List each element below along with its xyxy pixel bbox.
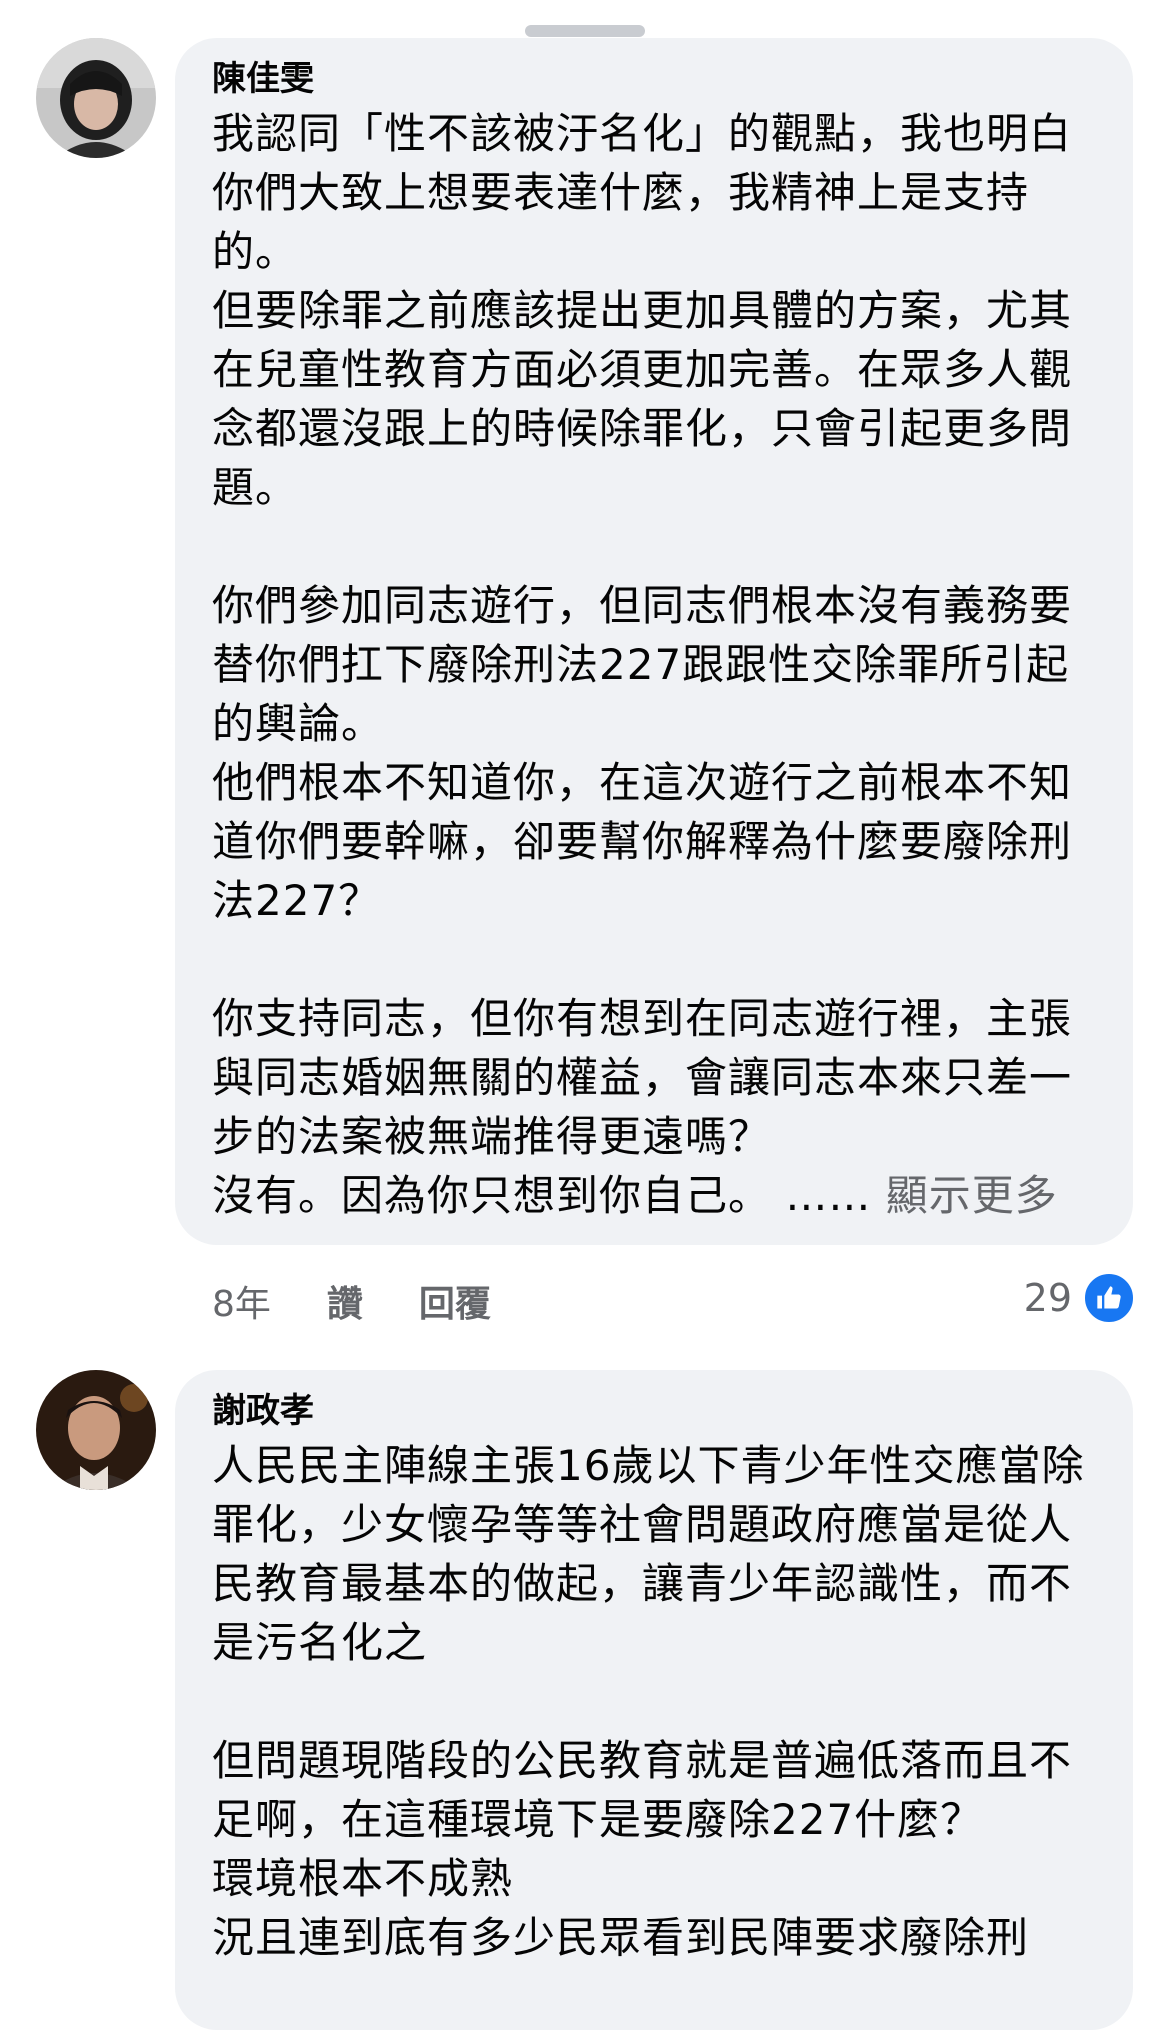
see-more-link[interactable]: 顯示更多 (886, 1171, 1058, 1220)
ellipsis: …… (785, 1171, 872, 1220)
comment-author[interactable]: 謝政孝 (212, 1388, 1103, 1434)
comment-actions: 8年 讚 回覆 (212, 1276, 547, 1326)
avatar[interactable] (36, 38, 156, 158)
comment-body: 我認同「性不該被汙名化」的觀點，我也明白你們大致上想要表達什麼，我精神上是支持的… (212, 109, 1073, 1220)
reply-button[interactable]: 回覆 (419, 1275, 491, 1327)
thumbs-up-icon (1082, 1271, 1136, 1325)
comment-body: 人民民主陣線主張16歲以下青少年性交應當除罪化，少女懷孕等等社會問題政府應當是從… (212, 1441, 1085, 1962)
reaction-count: 29 (1023, 1276, 1072, 1320)
comments-sheet: 陳佳雯 我認同「性不該被汙名化」的觀點，我也明白你們大致上想要表達什麼，我精神上… (0, 0, 1170, 2030)
reaction-summary[interactable]: 29 (1024, 1270, 1136, 1326)
comment-timestamp[interactable]: 8年 (212, 1275, 271, 1327)
comment-bubble[interactable]: 謝政孝 人民民主陣線主張16歲以下青少年性交應當除罪化，少女懷孕等等社會問題政府… (175, 1370, 1133, 2030)
like-button[interactable]: 讚 (327, 1275, 363, 1327)
avatar-image (36, 1370, 156, 1490)
comment-text: 我認同「性不該被汙名化」的觀點，我也明白你們大致上想要表達什麼，我精神上是支持的… (212, 104, 1103, 1225)
comment-bubble[interactable]: 陳佳雯 我認同「性不該被汙名化」的觀點，我也明白你們大致上想要表達什麼，我精神上… (175, 38, 1133, 1245)
avatar[interactable] (36, 1370, 156, 1490)
sheet-drag-handle[interactable] (525, 25, 645, 37)
avatar-image (36, 38, 156, 158)
comment-author[interactable]: 陳佳雯 (212, 56, 1103, 102)
